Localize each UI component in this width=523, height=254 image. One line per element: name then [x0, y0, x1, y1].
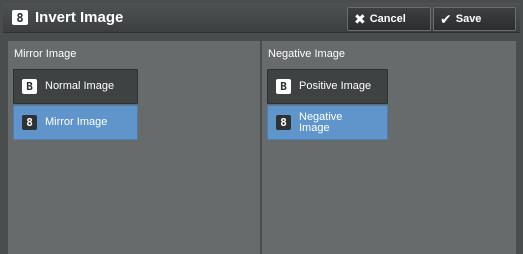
save-label: Save [455, 13, 482, 25]
header-bar: 8 Invert Image ✖ Cancel ✔ Save [3, 3, 520, 33]
negative-image-option[interactable]: 8 Negative Image [267, 105, 388, 140]
negative-image-label: Negative Image [299, 111, 342, 134]
close-icon: ✖ [354, 10, 366, 27]
normal-image-icon: B [22, 79, 37, 94]
positive-image-option[interactable]: B Positive Image [267, 69, 388, 104]
normal-image-label: Normal Image [45, 80, 115, 92]
mirror-image-option[interactable]: 8 Mirror Image [13, 105, 138, 140]
negative-image-heading: Negative Image [268, 48, 346, 60]
positive-image-label: Positive Image [299, 80, 372, 92]
page-title: Invert Image [35, 9, 124, 26]
title-group: 8 Invert Image [12, 7, 123, 28]
mirror-image-heading: Mirror Image [14, 48, 77, 60]
cancel-button[interactable]: ✖ Cancel [347, 7, 431, 31]
negative-image-icon: 8 [276, 115, 291, 130]
normal-image-option[interactable]: B Normal Image [13, 69, 138, 104]
positive-image-icon: B [276, 79, 291, 94]
mirror-image-label: Mirror Image [45, 116, 108, 128]
invert-image-icon: 8 [12, 10, 28, 25]
negative-image-panel: Negative Image B Positive Image 8 Negati… [262, 41, 516, 254]
mirror-image-icon: 8 [22, 115, 37, 130]
cancel-label: Cancel [369, 13, 406, 25]
check-icon: ✔ [440, 10, 452, 27]
save-button[interactable]: ✔ Save [433, 7, 516, 31]
mirror-image-panel: Mirror Image B Normal Image 8 Mirror Ima… [8, 41, 260, 254]
negative-image-label-line2: Image [299, 121, 330, 134]
